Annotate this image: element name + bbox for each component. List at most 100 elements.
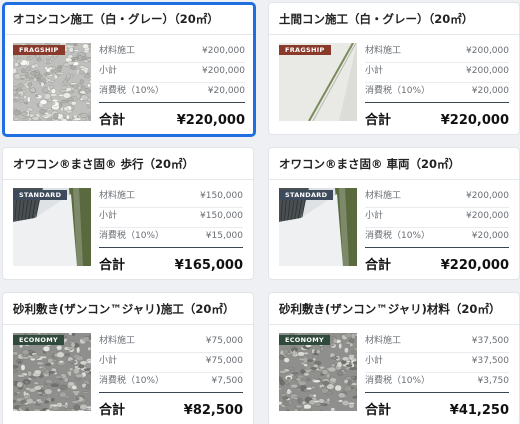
price-row-value: ¥7,500 <box>211 376 244 386</box>
total-value: ¥82,500 <box>183 403 243 418</box>
product-card-owacon-vehicle[interactable]: オワコン®まさ固® 車両（20㎡） STANDARD 材料施工 ¥200,000 … <box>268 147 520 280</box>
price-row: 小計 ¥150,000 <box>99 208 243 228</box>
total-value: ¥41,250 <box>449 403 509 418</box>
product-image: STANDARD <box>13 188 91 266</box>
price-breakdown: 材料施工 ¥200,000 小計 ¥200,000 消費税（10%） ¥20,000 <box>365 188 509 248</box>
price-row-label: 消費税（10%） <box>99 376 165 386</box>
product-image: FRAGSHIP <box>279 43 357 121</box>
price-row: 材料施工 ¥150,000 <box>99 188 243 208</box>
product-card-domacon[interactable]: 土間コン施工（白・グレー）（20㎡） FRAGSHIP 材料施工 ¥200,000… <box>268 2 520 135</box>
card-title: オワコン®まさ固® 歩行（20㎡） <box>13 157 195 171</box>
total-row: 合計 ¥220,000 <box>365 254 509 273</box>
card-title: 砂利敷き(ザンコン™ジャリ)施工（20㎡） <box>13 302 235 316</box>
divider <box>3 324 253 325</box>
price-row-value: ¥3,750 <box>477 376 510 386</box>
price-row: 小計 ¥200,000 <box>365 63 509 83</box>
total-label: 合計 <box>99 403 126 418</box>
price-row-value: ¥150,000 <box>200 211 243 221</box>
product-card-gravel-material[interactable]: 砂利敷き(ザンコン™ジャリ)材料（20㎡） ECONOMY 材料施工 ¥37,50… <box>268 292 520 424</box>
divider <box>5 34 253 35</box>
total-label: 合計 <box>99 258 126 273</box>
price-row-label: 小計 <box>99 356 118 366</box>
divider <box>269 34 519 35</box>
price-row-value: ¥20,000 <box>471 231 509 241</box>
price-row: 消費税（10%） ¥3,750 <box>365 373 509 393</box>
price-row-label: 消費税（10%） <box>365 86 431 96</box>
price-row: 材料施工 ¥200,000 <box>365 188 509 208</box>
price-row-value: ¥200,000 <box>466 66 509 76</box>
price-row-label: 消費税（10%） <box>365 376 431 386</box>
card-title: オワコン®まさ固® 車両（20㎡） <box>279 157 461 171</box>
price-row-label: 材料施工 <box>365 46 402 56</box>
price-row-label: 消費税（10%） <box>99 231 165 241</box>
price-row: 材料施工 ¥200,000 <box>365 43 509 63</box>
price-row-label: 材料施工 <box>365 336 402 346</box>
total-label: 合計 <box>365 258 392 273</box>
product-image: ECONOMY <box>13 333 91 411</box>
price-row-label: 材料施工 <box>365 191 402 201</box>
price-row-value: ¥15,000 <box>205 231 243 241</box>
total-value: ¥220,000 <box>176 113 245 128</box>
total-label: 合計 <box>365 113 392 128</box>
price-row: 消費税（10%） ¥20,000 <box>365 228 509 248</box>
total-row: 合計 ¥41,250 <box>365 399 509 418</box>
price-row-label: 小計 <box>99 66 118 76</box>
price-row-value: ¥200,000 <box>466 46 509 56</box>
price-row-label: 小計 <box>365 211 384 221</box>
product-card-owacon-walk[interactable]: オワコン®まさ固® 歩行（20㎡） STANDARD 材料施工 ¥150,000 … <box>2 147 254 280</box>
price-breakdown: 材料施工 ¥75,000 小計 ¥75,000 消費税（10%） ¥7,500 <box>99 333 243 393</box>
price-row: 消費税（10%） ¥20,000 <box>99 83 245 103</box>
price-row-value: ¥20,000 <box>207 86 245 96</box>
price-breakdown: 材料施工 ¥200,000 小計 ¥200,000 消費税（10%） ¥20,000 <box>99 43 245 103</box>
divider <box>269 179 519 180</box>
price-row-label: 材料施工 <box>99 336 136 346</box>
price-row: 小計 ¥200,000 <box>365 208 509 228</box>
price-row: 小計 ¥75,000 <box>99 353 243 373</box>
price-row: 材料施工 ¥37,500 <box>365 333 509 353</box>
tier-badge: ECONOMY <box>279 335 330 345</box>
price-breakdown: 材料施工 ¥150,000 小計 ¥150,000 消費税（10%） ¥15,000 <box>99 188 243 248</box>
price-row-value: ¥200,000 <box>202 66 245 76</box>
tier-badge: FRAGSHIP <box>279 45 331 55</box>
price-row-label: 消費税（10%） <box>99 86 165 96</box>
price-row: 消費税（10%） ¥20,000 <box>365 83 509 103</box>
price-row-label: 小計 <box>99 211 118 221</box>
product-image: FRAGSHIP <box>13 43 91 121</box>
product-card-gravel-install[interactable]: 砂利敷き(ザンコン™ジャリ)施工（20㎡） ECONOMY 材料施工 ¥75,00… <box>2 292 254 424</box>
total-value: ¥220,000 <box>440 113 509 128</box>
price-row: 小計 ¥37,500 <box>365 353 509 373</box>
price-row-value: ¥20,000 <box>471 86 509 96</box>
total-value: ¥220,000 <box>440 258 509 273</box>
product-image: ECONOMY <box>279 333 357 411</box>
price-row: 消費税（10%） ¥15,000 <box>99 228 243 248</box>
divider <box>269 324 519 325</box>
card-title: 砂利敷き(ザンコン™ジャリ)材料（20㎡） <box>279 302 501 316</box>
total-value: ¥165,000 <box>174 258 243 273</box>
price-row: 小計 ¥200,000 <box>99 63 245 83</box>
price-row: 消費税（10%） ¥7,500 <box>99 373 243 393</box>
price-row-label: 材料施工 <box>99 191 136 201</box>
price-row: 材料施工 ¥75,000 <box>99 333 243 353</box>
price-breakdown: 材料施工 ¥37,500 小計 ¥37,500 消費税（10%） ¥3,750 <box>365 333 509 393</box>
price-row-value: ¥75,000 <box>205 356 243 366</box>
price-row-label: 小計 <box>365 66 384 76</box>
total-label: 合計 <box>99 113 126 128</box>
total-row: 合計 ¥220,000 <box>99 109 245 128</box>
price-row-value: ¥37,500 <box>471 336 509 346</box>
price-row-value: ¥200,000 <box>202 46 245 56</box>
price-row-value: ¥150,000 <box>200 191 243 201</box>
tier-badge: STANDARD <box>279 190 334 200</box>
price-row-value: ¥200,000 <box>466 191 509 201</box>
total-label: 合計 <box>365 403 392 418</box>
tier-badge: ECONOMY <box>13 335 64 345</box>
total-row: 合計 ¥82,500 <box>99 399 243 418</box>
price-row-label: 消費税（10%） <box>365 231 431 241</box>
price-breakdown: 材料施工 ¥200,000 小計 ¥200,000 消費税（10%） ¥20,000 <box>365 43 509 103</box>
card-title: オコシコン施工（白・グレー）（20㎡） <box>13 12 219 26</box>
product-card-okoshicon[interactable]: オコシコン施工（白・グレー）（20㎡） FRAGSHIP 材料施工 ¥200,00… <box>2 2 256 137</box>
price-row-value: ¥200,000 <box>466 211 509 221</box>
price-row: 材料施工 ¥200,000 <box>99 43 245 63</box>
divider <box>3 179 253 180</box>
product-image: STANDARD <box>279 188 357 266</box>
total-row: 合計 ¥165,000 <box>99 254 243 273</box>
